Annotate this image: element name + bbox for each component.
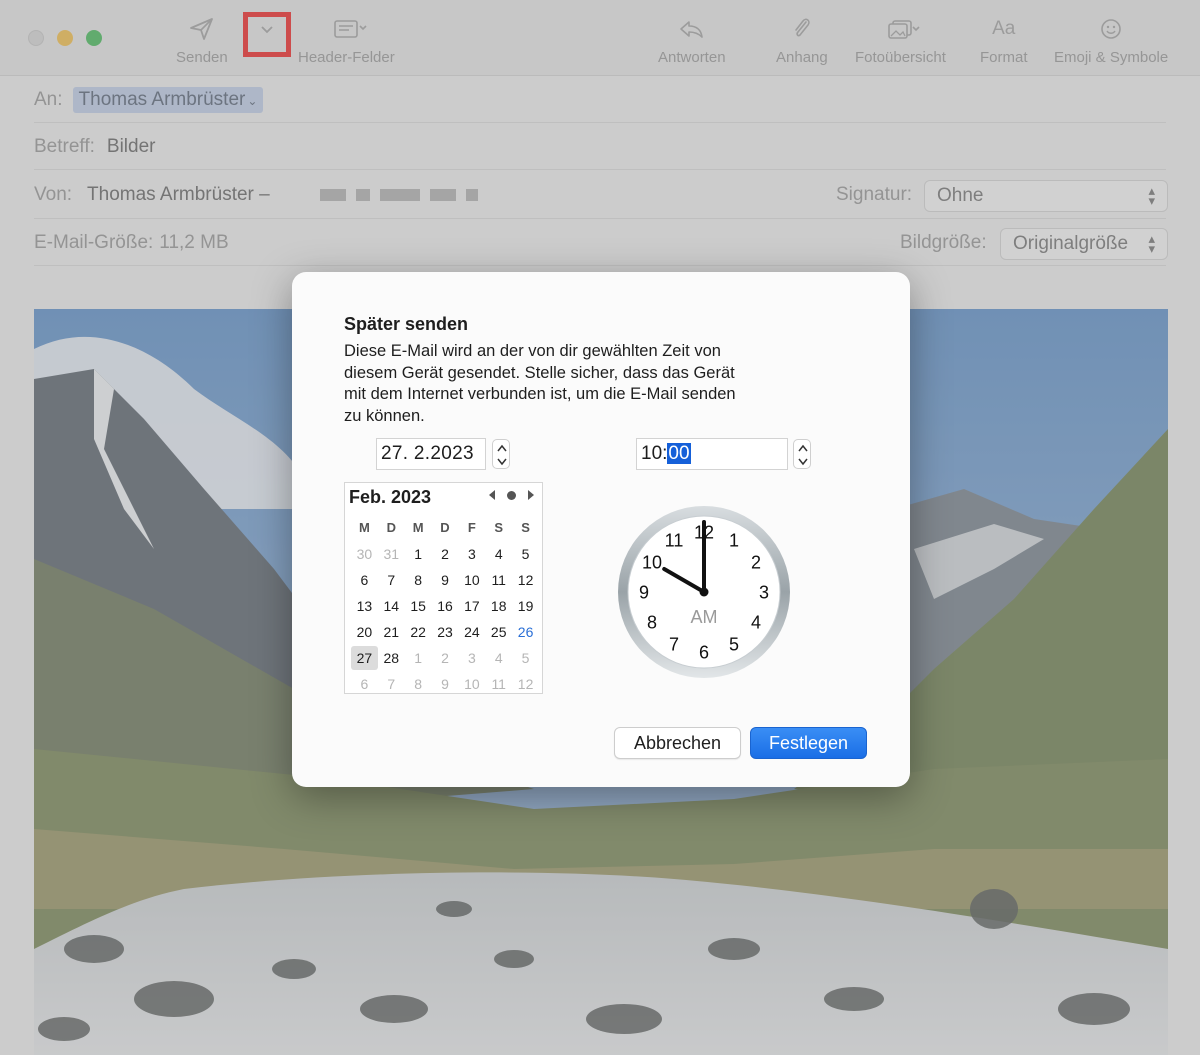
calendar-day[interactable]: 8 xyxy=(405,567,432,593)
time-stepper[interactable] xyxy=(793,439,811,469)
calendar-day[interactable]: 1 xyxy=(405,541,432,567)
time-hour: 10: xyxy=(641,443,668,464)
calendar-day[interactable]: 7 xyxy=(378,567,405,593)
calendar-day[interactable]: 5 xyxy=(512,541,539,567)
calendar-grid: M D M D F S S 30 31 1 2 3 4 5 6 7 8 9 10 11 12 13 14 15 16 17 18 19… xyxy=(351,515,539,697)
clock-numeral: 6 xyxy=(699,643,709,663)
calendar-day[interactable]: 7 xyxy=(378,671,405,697)
calendar-day[interactable]: 1 xyxy=(405,645,432,671)
cancel-button[interactable]: Abbrechen xyxy=(614,727,741,759)
calendar-day[interactable]: 25 xyxy=(485,619,512,645)
weekday-header: F xyxy=(467,520,476,535)
clock-period: AM xyxy=(691,607,718,627)
previous-month-icon[interactable] xyxy=(487,489,497,501)
calendar-day[interactable]: 11 xyxy=(485,567,512,593)
calendar-day[interactable]: 31 xyxy=(378,541,405,567)
clock-numeral: 1 xyxy=(729,531,739,551)
date-stepper[interactable] xyxy=(492,439,510,469)
clock-numeral: 10 xyxy=(642,553,662,573)
calendar-day[interactable]: 18 xyxy=(485,593,512,619)
calendar-day[interactable]: 12 xyxy=(512,671,539,697)
clock-numeral: 11 xyxy=(665,531,684,551)
clock-numeral: 5 xyxy=(729,635,739,655)
weekday-header: D xyxy=(440,520,450,535)
clock-numeral: 3 xyxy=(759,583,769,603)
stepper-arrows-icon xyxy=(798,444,808,466)
calendar-day[interactable]: 15 xyxy=(405,593,432,619)
calendar-day[interactable]: 3 xyxy=(458,541,485,567)
calendar-day[interactable]: 26 xyxy=(512,619,539,645)
calendar-day[interactable]: 30 xyxy=(351,541,378,567)
calendar-day[interactable]: 2 xyxy=(432,645,459,671)
calendar-day[interactable]: 24 xyxy=(458,619,485,645)
clock-numeral: 9 xyxy=(639,583,649,603)
weekday-header: S xyxy=(521,520,530,535)
calendar-day-selected[interactable]: 27 xyxy=(351,646,378,670)
confirm-button[interactable]: Festlegen xyxy=(750,727,867,759)
calendar-day[interactable]: 9 xyxy=(432,567,459,593)
calendar-day[interactable]: 20 xyxy=(351,619,378,645)
calendar-day[interactable]: 6 xyxy=(351,671,378,697)
weekday-header: S xyxy=(494,520,504,535)
clock-numeral: 7 xyxy=(669,635,679,655)
weekday-header: D xyxy=(386,520,396,535)
next-month-icon[interactable] xyxy=(526,489,536,501)
dialog-message-line: mit dem Internet verbunden ist, um die E… xyxy=(344,385,736,403)
calendar-day[interactable]: 13 xyxy=(351,593,378,619)
calendar-day[interactable]: 12 xyxy=(512,567,539,593)
calendar-day[interactable]: 17 xyxy=(458,593,485,619)
calendar-day[interactable]: 11 xyxy=(485,671,512,697)
calendar-day[interactable]: 16 xyxy=(432,593,459,619)
calendar-day[interactable]: 4 xyxy=(485,645,512,671)
calendar: Feb. 2023 M D M D F S S 30 31 1 2 3 4 5 6 7 8 9 10 11 12 13 14… xyxy=(344,482,543,694)
calendar-day[interactable]: 10 xyxy=(458,567,485,593)
clock-numeral: 2 xyxy=(751,553,761,573)
send-later-dialog: Später senden Diese E-Mail wird an der v… xyxy=(292,272,910,787)
calendar-day[interactable]: 3 xyxy=(458,645,485,671)
calendar-day[interactable]: 9 xyxy=(432,671,459,697)
calendar-day[interactable]: 22 xyxy=(405,619,432,645)
dialog-message: Diese E-Mail wird an der von dir gewählt… xyxy=(344,341,804,427)
dialog-message-line: Diese E-Mail wird an der von dir gewählt… xyxy=(344,342,721,360)
clock-numeral: 4 xyxy=(751,613,761,633)
calendar-day[interactable]: 6 xyxy=(351,567,378,593)
analog-clock[interactable]: 123456789101112 AM xyxy=(616,504,792,680)
time-input[interactable]: 10:00 xyxy=(636,438,788,470)
date-input[interactable]: 27. 2.2023 xyxy=(376,438,486,470)
time-minute-selected[interactable]: 00 xyxy=(667,443,691,464)
dialog-title: Später senden xyxy=(344,314,469,334)
calendar-month-label: Feb. 2023 xyxy=(349,487,432,507)
calendar-day[interactable]: 19 xyxy=(512,593,539,619)
weekday-header: M xyxy=(359,520,370,535)
stepper-arrows-icon xyxy=(497,444,507,466)
dialog-message-line: diesem Gerät gesendet. Stelle sicher, da… xyxy=(344,363,735,382)
calendar-nav xyxy=(487,489,536,501)
calendar-day[interactable]: 14 xyxy=(378,593,405,619)
weekday-header: M xyxy=(412,520,424,535)
calendar-day[interactable]: 8 xyxy=(405,671,432,697)
calendar-day[interactable]: 5 xyxy=(512,645,539,671)
clock-numeral: 8 xyxy=(647,613,657,633)
today-dot-icon[interactable] xyxy=(506,490,517,501)
calendar-day[interactable]: 21 xyxy=(378,619,405,645)
calendar-day[interactable]: 2 xyxy=(432,541,459,567)
calendar-day[interactable]: 4 xyxy=(485,541,512,567)
calendar-day[interactable]: 10 xyxy=(458,671,485,697)
calendar-day[interactable]: 28 xyxy=(378,645,405,671)
calendar-day[interactable]: 23 xyxy=(432,619,459,645)
dialog-message-line: zu können. xyxy=(344,406,425,425)
clock-center-pin xyxy=(699,587,709,597)
